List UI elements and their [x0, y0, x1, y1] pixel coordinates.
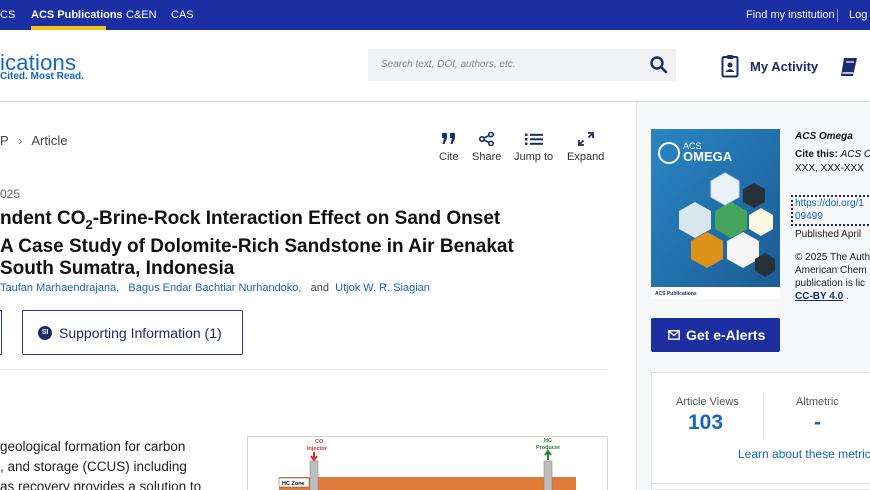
title-line-1a: ndent CO	[0, 208, 86, 229]
license-line: publication is lic	[795, 278, 866, 289]
cite-this-label: Cite this:	[795, 149, 838, 160]
injector-well	[309, 460, 319, 490]
title-line-3: South Sumatra, Indonesia	[0, 257, 235, 279]
author-link[interactable]: Bagus Endar Bachtiar Nurhandoko,	[128, 282, 301, 294]
author-link[interactable]: Taufan Marhaendrajana,	[0, 282, 119, 294]
hc-zone-label: HC Zone	[282, 481, 305, 487]
reservoir-layer	[279, 477, 576, 490]
nav-cas-link[interactable]: CAS	[171, 9, 194, 21]
expand-button[interactable]: Expand	[567, 132, 604, 163]
expand-icon	[577, 132, 594, 146]
jump-to-label: Jump to	[514, 151, 554, 163]
abstract-text: geological formation for carbon , and st…	[0, 437, 225, 490]
share-label: Share	[472, 151, 502, 163]
article-metrics-panel: Article Views 103 Altmetric - Learn abou…	[651, 372, 870, 490]
search-box[interactable]: Search text, DOI, authors, etc.	[368, 49, 676, 81]
doi-line: 09499	[795, 211, 823, 222]
get-e-alerts-label: Get e-Alerts	[686, 327, 766, 343]
metrics-separator	[763, 393, 764, 439]
author-conjunction: and	[310, 282, 330, 294]
cover-omega-text: OMEGA	[683, 149, 733, 164]
share-icon	[478, 132, 494, 146]
cite-button[interactable]: Cite	[439, 132, 459, 163]
license-line: American Chem	[795, 265, 867, 276]
co2-label: CO	[315, 439, 324, 445]
find-my-institution-link[interactable]: Find my institution	[746, 9, 835, 21]
journal-name[interactable]: ACS Omega	[795, 131, 853, 142]
supporting-information-label: Supporting Information (1)	[59, 325, 222, 341]
jump-to-button[interactable]: Jump to	[514, 132, 553, 163]
cite-pages: XXX, XXX-XXX	[795, 163, 864, 174]
author-list: Taufan Marhaendrajana, Bagus Endar Bacht…	[0, 282, 430, 294]
producer-well	[543, 460, 553, 490]
chevron-right-icon: ›	[18, 133, 23, 148]
logo-tagline: Cited. Most Read.	[0, 71, 84, 82]
nav-acs-link[interactable]: CS	[0, 9, 15, 21]
search-icon[interactable]	[648, 54, 670, 76]
list-icon	[524, 133, 543, 145]
breadcrumb-journal[interactable]: P	[0, 133, 8, 148]
publication-date: 025	[0, 187, 21, 201]
license-period: .	[845, 291, 849, 302]
license-text: © 2025 The Auth American Chem publicatio…	[795, 251, 870, 303]
learn-about-metrics-link[interactable]: Learn about these metric	[738, 447, 870, 461]
author-link[interactable]: Utjok W. R. Siagian	[335, 282, 430, 294]
cite-journal: ACS O	[840, 149, 870, 160]
hc-label: HC	[544, 438, 552, 444]
supporting-information-button[interactable]: SI Supporting Information (1)	[22, 310, 243, 355]
license-line: © 2025 The Auth	[795, 252, 870, 263]
top-navigation-bar: CS ACS Publications C&EN CAS Find my ins…	[0, 0, 870, 30]
nav-acs-publications-link[interactable]: ACS Publications	[31, 9, 123, 21]
production-arrow-icon	[544, 449, 552, 460]
breadcrumb: P › Article	[0, 133, 67, 148]
cite-this: Cite this: ACS O	[795, 149, 870, 160]
my-activity-button[interactable]: My Activity	[750, 59, 818, 74]
breadcrumb-article: Article	[31, 133, 68, 148]
toc-graphic[interactable]: CO Injector HC Producer HC Zone	[247, 436, 608, 490]
title-line-1b: -Brine-Rock Interaction Effect on Sand O…	[92, 208, 501, 229]
my-activity-icon[interactable]	[721, 54, 739, 78]
nav-separator	[837, 9, 838, 22]
altmetric-value: -	[814, 411, 821, 434]
article-views-value: 103	[688, 411, 724, 434]
title-subscript: 2	[85, 216, 93, 232]
journal-cover-image[interactable]: ACS OMEGA ACS Publications	[651, 129, 780, 299]
reading-list-icon[interactable]	[838, 56, 860, 78]
altmetric-label: Altmetric	[796, 396, 839, 408]
doi-link[interactable]: https://doi.org/1 09499	[791, 195, 870, 226]
cover-footer-text: ACS Publications	[655, 291, 697, 297]
expand-label: Expand	[567, 151, 605, 163]
get-e-alerts-button[interactable]: Get e-Alerts	[651, 318, 780, 352]
quote-icon	[441, 133, 455, 144]
cite-label: Cite	[439, 151, 459, 163]
si-badge-icon: SI	[38, 326, 52, 340]
article-title: ndent CO2-Brine-Rock Interaction Effect …	[0, 208, 560, 280]
abstract-line: geological formation for carbon	[0, 439, 186, 454]
site-header: ications Cited. Most Read. Search text, …	[0, 30, 870, 102]
cc-by-license-link[interactable]: CC-BY 4.0	[795, 291, 843, 302]
injection-arrow-icon	[310, 452, 318, 462]
doi-line: https://doi.org/1	[795, 198, 864, 209]
nav-cen-link[interactable]: C&EN	[126, 9, 157, 21]
title-line-2: A Case Study of Dolomite-Rich Sandstone …	[0, 235, 514, 257]
envelope-icon	[668, 330, 680, 340]
section-divider	[0, 369, 607, 370]
share-button[interactable]: Share	[472, 132, 501, 163]
abstract-line: as recovery provides a solution to	[0, 479, 202, 490]
abstract-line: , and storage (CCUS) including	[0, 459, 187, 474]
login-link[interactable]: Log I	[849, 9, 870, 21]
search-input[interactable]: Search text, DOI, authors, etc.	[381, 59, 516, 70]
pdf-button[interactable]	[0, 310, 2, 355]
article-views-label: Article Views	[676, 396, 739, 408]
published-date: Published April	[795, 229, 862, 240]
metrics-bottom-border	[652, 483, 870, 484]
injector-label: Injector	[307, 446, 328, 452]
